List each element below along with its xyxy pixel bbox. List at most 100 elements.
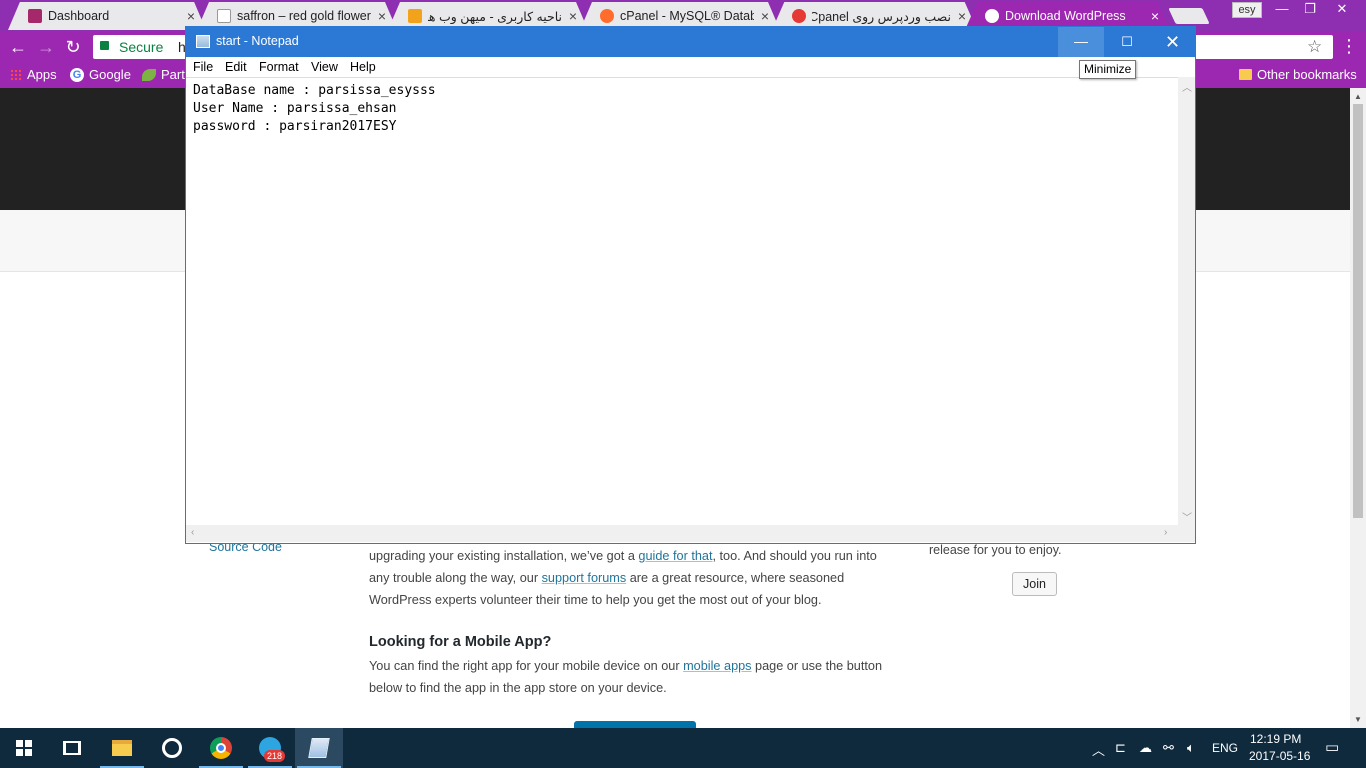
cortana-button[interactable] (148, 728, 196, 768)
scroll-right-icon[interactable]: › (1164, 527, 1167, 538)
chrome-close-icon[interactable]: ✕ (1328, 0, 1356, 18)
scroll-up-icon[interactable]: ︿ (1182, 79, 1192, 94)
language-indicator[interactable]: ENG (1212, 741, 1238, 755)
back-arrow-icon[interactable]: ← (7, 37, 29, 57)
mobile-app-heading: Looking for a Mobile App? (369, 634, 552, 650)
tab-title: Download WordPress (1005, 9, 1126, 23)
google-icon: G (70, 67, 84, 82)
text: are a great resource, where seasoned (626, 571, 845, 585)
text: You can find the right app for your mobi… (369, 659, 684, 673)
tab-title: cPanel - MySQL® Datab (620, 9, 754, 23)
scroll-down-icon[interactable]: ﹀ (1182, 509, 1192, 524)
page-scrollbar-thumb[interactable] (1353, 104, 1363, 518)
page-icon (217, 9, 231, 23)
bookmark-label: Part (161, 67, 185, 82)
paragraph-line: upgrading your existing installation, we… (369, 545, 877, 567)
start-button[interactable] (0, 728, 48, 768)
profile-button[interactable]: esy (1232, 2, 1262, 18)
window-title: start - Notepad (216, 34, 299, 48)
scroll-down-icon[interactable]: ▼ (1352, 715, 1364, 724)
tab-close-icon[interactable]: × (566, 8, 580, 24)
tab-title: ناحیه کاربری - میهن وب ها (428, 9, 562, 24)
chrome-menu-icon[interactable]: ⋮ (1340, 36, 1358, 57)
join-button[interactable]: Join (1012, 572, 1057, 596)
vimeo-icon (792, 9, 806, 23)
new-tab-button[interactable] (1168, 8, 1210, 24)
resize-grip-icon[interactable] (1178, 525, 1195, 542)
text-line: DataBase name : parsissa_esysss (193, 83, 436, 98)
cortana-icon (162, 738, 182, 758)
notepad-taskbar-button[interactable] (295, 728, 343, 768)
scroll-up-icon[interactable]: ▲ (1352, 92, 1364, 101)
menu-help[interactable]: Help (350, 60, 376, 74)
lock-icon (100, 41, 109, 50)
bookmark-apps[interactable]: Apps (10, 67, 57, 82)
menu-file[interactable]: File (193, 60, 213, 74)
vertical-scrollbar[interactable]: ︿ ﹀ (1178, 77, 1195, 525)
app-store-button[interactable] (574, 721, 696, 728)
menu-view[interactable]: View (311, 60, 338, 74)
network-adapter-icon[interactable]: ⊏ (1115, 740, 1126, 756)
taskbar (0, 728, 1366, 768)
file-explorer-button[interactable] (98, 728, 146, 768)
chrome-taskbar-button[interactable] (197, 728, 245, 768)
notepad-text-area[interactable]: DataBase name : parsissa_esysss User Name… (186, 77, 1178, 525)
menu-edit[interactable]: Edit (225, 60, 247, 74)
leaf-icon (142, 68, 156, 81)
notepad-icon (308, 738, 330, 758)
notepad-titlebar[interactable]: start - Notepad — ☐ ✕ (186, 27, 1195, 57)
clock-date[interactable]: 2017-05-16 (1249, 749, 1310, 763)
tab-title: saffron – red gold flower (237, 9, 371, 23)
folder-icon (112, 740, 132, 756)
notepad-menubar: File Edit Format View Help (186, 57, 1195, 77)
forward-arrow-icon[interactable]: → (35, 37, 57, 57)
task-view-icon (63, 741, 81, 755)
clock-time[interactable]: 12:19 PM (1250, 732, 1301, 746)
text: upgrading your existing installation, we… (369, 549, 639, 563)
windows-logo-icon (16, 740, 32, 756)
bookmark-label: Apps (27, 67, 57, 82)
chrome-restore-icon[interactable]: ❐ (1296, 0, 1324, 18)
reload-icon[interactable]: ↻ (62, 37, 84, 57)
maximize-button[interactable]: ☐ (1104, 27, 1150, 57)
horizontal-scrollbar[interactable]: ‹ › (186, 525, 1178, 542)
task-view-button[interactable] (48, 728, 96, 768)
text: WordPress experts volunteer their time t… (369, 593, 822, 607)
secure-label: Secure (119, 39, 164, 55)
guide-link[interactable]: guide for that (638, 549, 712, 563)
bookmark-google[interactable]: G Google (70, 67, 131, 82)
show-hidden-icons-icon[interactable]: ︿ (1092, 740, 1105, 759)
support-forums-link[interactable]: support forums (542, 571, 627, 585)
tab-dashboard[interactable]: Dashboard × (8, 2, 206, 30)
bookmark-label: Google (89, 67, 131, 82)
volume-icon[interactable]: 🔈︎ (1187, 740, 1195, 756)
bookmark-other[interactable]: Other bookmarks (1239, 67, 1357, 82)
tab-title: Dashboard (48, 9, 110, 23)
menu-format[interactable]: Format (259, 60, 299, 74)
wordpress-icon (985, 9, 999, 23)
network-icon[interactable]: ⚯ (1163, 740, 1174, 756)
bookmark-star-icon[interactable]: ☆ (1307, 37, 1322, 57)
text: page or use the button (751, 659, 883, 673)
minimize-button[interactable]: — (1058, 27, 1104, 57)
onedrive-icon[interactable]: ☁ (1139, 740, 1152, 756)
tab-close-icon[interactable]: × (184, 8, 198, 24)
mobile-apps-link[interactable]: mobile apps (683, 659, 751, 673)
tab-close-icon[interactable]: × (758, 8, 772, 24)
yoast-icon (28, 9, 42, 23)
text: any trouble along the way, our (369, 571, 542, 585)
telegram-taskbar-button[interactable] (246, 728, 294, 768)
scroll-left-icon[interactable]: ‹ (191, 527, 194, 538)
tab-close-icon[interactable]: × (375, 8, 389, 24)
mihanweb-icon (408, 9, 422, 23)
tab-close-icon[interactable]: × (1148, 8, 1162, 24)
bookmark-parts[interactable]: Part (142, 67, 185, 82)
release-text: release for you to enjoy. (929, 543, 1062, 557)
chrome-minimize-icon[interactable]: — (1268, 0, 1296, 18)
text: , too. And should you run into (712, 549, 877, 563)
notifications-icon[interactable]: ▭ (1325, 738, 1339, 756)
apps-grid-icon (10, 68, 22, 81)
close-button[interactable]: ✕ (1150, 27, 1195, 57)
bookmark-label: Other bookmarks (1257, 67, 1357, 82)
tab-close-icon[interactable]: × (955, 8, 969, 24)
